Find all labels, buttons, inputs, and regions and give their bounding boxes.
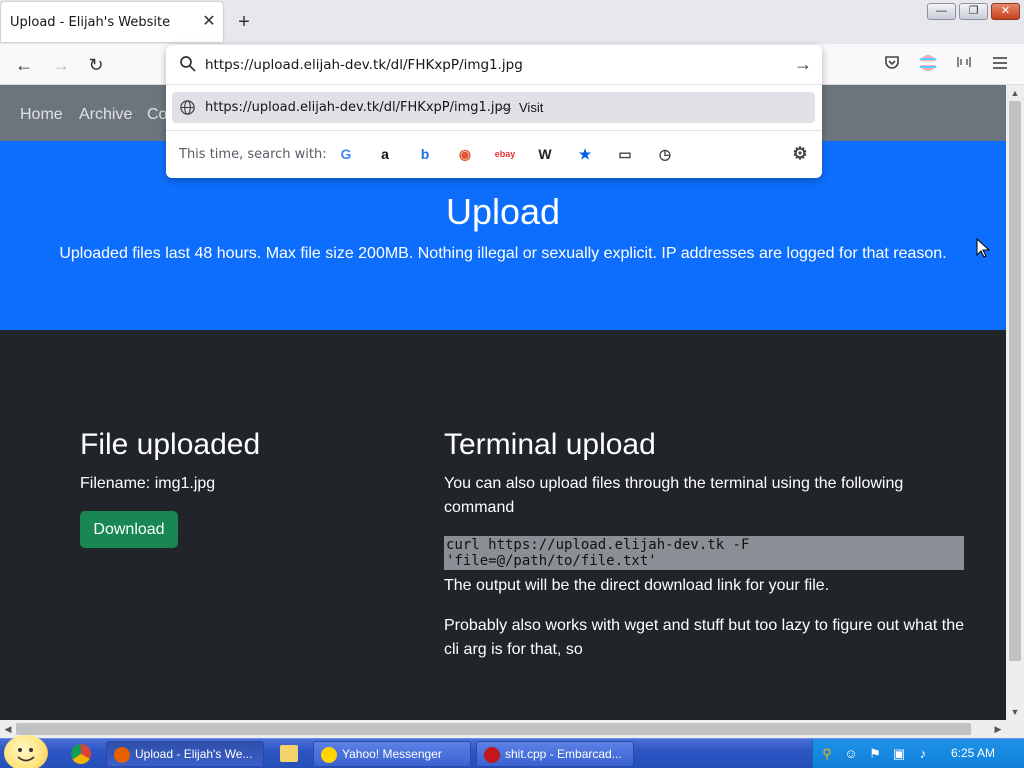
scroll-down-icon[interactable]: ▼	[1006, 704, 1024, 720]
display-tray-icon[interactable]: ▣	[891, 746, 907, 762]
extra-note-text: Probably also works with wget and stuff …	[444, 617, 964, 658]
app-icon	[114, 747, 130, 763]
pocket-icon[interactable]	[880, 54, 904, 76]
address-bar[interactable]: https://upload.elijah-dev.tk/dl/FHKxpP/i…	[166, 45, 822, 84]
scroll-right-icon[interactable]: ▶	[990, 720, 1006, 738]
menu-icon[interactable]	[988, 54, 1012, 76]
url-input[interactable]: https://upload.elijah-dev.tk/dl/FHKxpP/i…	[205, 57, 523, 73]
output-note-text: The output will be the direct download l…	[444, 577, 830, 594]
download-button[interactable]: Download	[80, 511, 178, 548]
bing-icon[interactable]: b	[414, 143, 436, 165]
clock: 6:25 AM	[951, 746, 996, 760]
divider	[166, 130, 822, 131]
url-suggestion[interactable]: https://upload.elijah-dev.tk/dl/FHKxpP/i…	[172, 92, 815, 123]
close-window-button[interactable]: ✕	[991, 3, 1020, 20]
minimize-button[interactable]: —	[927, 3, 956, 20]
window-controls: — ❐ ✕	[927, 3, 1020, 20]
file-uploaded-column: File uploaded Filename: img1.jpg Downloa…	[80, 428, 400, 548]
volume-icon[interactable]: ♪	[915, 746, 931, 762]
account-icon[interactable]	[916, 54, 940, 76]
restore-button[interactable]: ❐	[959, 3, 988, 20]
taskbar-button-label: Yahoo! Messenger	[342, 747, 442, 761]
scroll-corner	[1006, 720, 1024, 738]
tab-close-icon[interactable]: ✕	[198, 11, 220, 33]
nav-archive-link[interactable]: Archive	[79, 106, 132, 124]
history-icon[interactable]: ◷	[654, 143, 676, 165]
mouse-cursor-icon	[976, 238, 990, 258]
extensions-icon[interactable]	[952, 54, 976, 76]
suggestion-visit-label: Visit	[519, 100, 544, 115]
back-button[interactable]: ←	[11, 52, 37, 78]
go-arrow-icon[interactable]: →	[794, 54, 812, 75]
start-button[interactable]	[4, 735, 48, 768]
app-icon	[484, 747, 500, 763]
filename-text: Filename: img1.jpg	[80, 475, 216, 492]
hero-subtitle: Uploaded files last 48 hours. Max file s…	[59, 245, 947, 262]
tabs-icon[interactable]: ▭	[614, 143, 636, 165]
search-icon	[180, 56, 196, 72]
taskbar-button-label: Upload - Elijah's We...	[135, 747, 253, 761]
duckduckgo-icon[interactable]: ◉	[454, 143, 476, 165]
folder-icon[interactable]	[280, 745, 298, 762]
page-title: Upload	[445, 191, 561, 232]
amazon-icon[interactable]: a	[374, 143, 396, 165]
taskbar-button[interactable]: Yahoo! Messenger	[313, 741, 471, 767]
smiley-icon	[17, 748, 35, 762]
suggestion-dash: —	[498, 100, 511, 115]
chrome-icon[interactable]	[71, 744, 91, 764]
search-settings-icon[interactable]: ⚙	[789, 143, 811, 165]
reload-button[interactable]: ↻	[83, 52, 109, 78]
horizontal-scrollbar[interactable]: ◀ ▶	[0, 720, 1006, 738]
nav-contact-link[interactable]: Co	[147, 106, 167, 124]
content-section: File uploaded Filename: img1.jpg Downloa…	[0, 330, 1006, 720]
taskbar-button-label: shit.cpp - Embarcad...	[505, 747, 622, 761]
suggestion-url: https://upload.elijah-dev.tk/dl/FHKxpP/i…	[205, 100, 512, 115]
curl-command[interactable]: curl https://upload.elijah-dev.tk -F 'fi…	[444, 536, 964, 570]
scroll-up-icon[interactable]: ▲	[1006, 85, 1024, 101]
vertical-scroll-thumb[interactable]	[1009, 101, 1021, 661]
search-tray-icon[interactable]: ⚲	[819, 746, 835, 762]
terminal-upload-heading: Terminal upload	[444, 428, 656, 461]
browser-tab[interactable]: Upload - Elijah's Website ✕	[1, 2, 223, 42]
system-tray: ⚲ ☺ ⚑ ▣ ♪ 6:25 AM	[812, 739, 1024, 768]
messenger-tray-icon[interactable]: ☺	[843, 746, 859, 762]
ebay-icon[interactable]: ebay	[492, 143, 518, 165]
terminal-intro-text: You can also upload files through the te…	[444, 475, 904, 516]
bookmarks-icon[interactable]: ★	[574, 143, 596, 165]
taskbar-button[interactable]: shit.cpp - Embarcad...	[476, 741, 634, 767]
new-tab-button[interactable]: +	[232, 10, 256, 34]
address-bar-dropdown: https://upload.elijah-dev.tk/dl/FHKxpP/i…	[166, 45, 822, 178]
terminal-upload-column: Terminal upload You can also upload file…	[444, 428, 964, 662]
divider	[166, 84, 822, 85]
horizontal-scroll-thumb[interactable]	[16, 723, 971, 735]
tab-title: Upload - Elijah's Website	[10, 15, 171, 30]
network-warning-icon[interactable]: ⚑	[867, 746, 883, 762]
taskbar: Upload - Elijah's We... Yahoo! Messenger s…	[0, 735, 1024, 768]
wikipedia-icon[interactable]: W	[534, 143, 556, 165]
google-icon[interactable]: G	[335, 143, 357, 165]
forward-button[interactable]: →	[48, 52, 74, 78]
globe-icon	[180, 100, 195, 115]
search-with-label: This time, search with:	[179, 147, 327, 162]
file-uploaded-heading: File uploaded	[80, 428, 261, 461]
tab-strip: Upload - Elijah's Website ✕ + — ❐ ✕	[0, 0, 1024, 44]
nav-home-link[interactable]: Home	[20, 106, 63, 124]
taskbar-button[interactable]: Upload - Elijah's We...	[106, 741, 264, 767]
vertical-scrollbar[interactable]: ▲ ▼	[1006, 85, 1024, 720]
app-icon	[321, 747, 337, 763]
